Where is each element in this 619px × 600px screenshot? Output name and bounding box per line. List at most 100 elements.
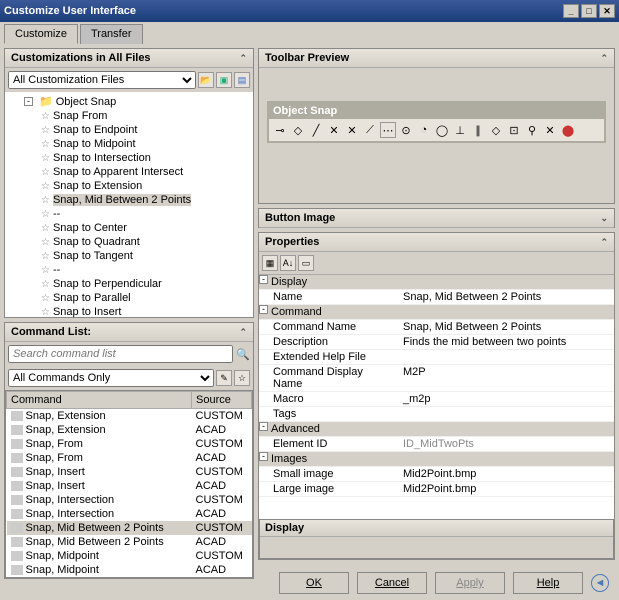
table-row[interactable]: Snap, FromCUSTOM — [7, 437, 252, 451]
properties-title: Properties — [265, 236, 319, 248]
command-filter-select[interactable]: All Commands Only — [8, 369, 214, 387]
table-row[interactable]: Snap, FromACAD — [7, 451, 252, 465]
table-row[interactable]: Snap, Mid Between 2 PointsCUSTOM — [7, 521, 252, 535]
prop-name-key: Name — [259, 290, 399, 304]
minimize-button[interactable]: _ — [563, 4, 579, 18]
search-icon[interactable]: 🔍 — [236, 348, 250, 361]
customizations-title: Customizations in All Files — [11, 52, 151, 64]
categorize-icon[interactable]: ▦ — [262, 255, 278, 271]
tree-item[interactable]: Snap to Quadrant — [53, 236, 140, 248]
tree-item[interactable]: -- — [53, 264, 60, 276]
prop-tags-val[interactable] — [399, 407, 614, 421]
prop-ehelp-val[interactable] — [399, 350, 614, 364]
tree-item[interactable]: Snap to Parallel — [53, 292, 131, 304]
star-icon: ☆ — [41, 223, 50, 234]
command-icon — [11, 453, 23, 463]
button-image-title: Button Image — [265, 212, 335, 224]
maximize-button[interactable]: □ — [581, 4, 597, 18]
help-button[interactable]: Help — [513, 572, 583, 594]
star-icon: ☆ — [41, 153, 50, 164]
table-row[interactable]: Snap, ExtensionACAD — [7, 423, 252, 437]
collapse-icon[interactable]: ⌃ — [239, 327, 247, 338]
star-icon: ☆ — [41, 125, 50, 136]
tree-item[interactable]: Snap to Center — [53, 222, 127, 234]
customizations-header: Customizations in All Files ⌃ — [5, 49, 253, 68]
command-icon — [11, 425, 23, 435]
apply-button[interactable]: Apply — [435, 572, 505, 594]
prop-desc-val[interactable]: Finds the mid between two points — [399, 335, 614, 349]
prop-cdname-val[interactable]: M2P — [399, 365, 614, 391]
tree-item[interactable]: Snap to Intersection — [53, 152, 151, 164]
property-help-area: Display — [259, 519, 614, 559]
tree-node-object-snap[interactable]: Object Snap — [56, 96, 117, 108]
collapse-icon[interactable]: ⌃ — [600, 237, 608, 248]
cat-command[interactable]: Command — [271, 305, 411, 319]
ok-button[interactable]: OK — [279, 572, 349, 594]
command-icon — [11, 495, 23, 505]
tab-customize[interactable]: Customize — [4, 24, 78, 44]
star-icon: ☆ — [41, 293, 50, 304]
star-icon: ☆ — [41, 279, 50, 290]
window-title: Customize User Interface — [4, 5, 136, 17]
command-icon — [11, 565, 23, 575]
close-button[interactable]: ✕ — [599, 4, 615, 18]
prop-cmdname-val[interactable]: Snap, Mid Between 2 Points — [399, 320, 614, 334]
star-icon: ☆ — [41, 307, 50, 318]
properties-grid[interactable]: -Display NameSnap, Mid Between 2 Points … — [259, 275, 614, 519]
prop-limg-val[interactable]: Mid2Point.bmp — [399, 482, 614, 496]
cat-advanced[interactable]: Advanced — [271, 422, 411, 436]
star-icon: ☆ — [41, 181, 50, 192]
command-icon — [11, 509, 23, 519]
tree-item[interactable]: Snap to Tangent — [53, 250, 133, 262]
tree-item[interactable]: Snap, Mid Between 2 Points — [53, 194, 191, 206]
prop-name-val[interactable]: Snap, Mid Between 2 Points — [399, 290, 614, 304]
table-row[interactable]: Snap, IntersectionCUSTOM — [7, 493, 252, 507]
table-row[interactable]: Snap, Mid Between 2 PointsACAD — [7, 535, 252, 549]
new-command-icon[interactable]: ✎ — [216, 370, 232, 386]
prop-simg-val[interactable]: Mid2Point.bmp — [399, 467, 614, 481]
prop-page-icon[interactable]: ▭ — [298, 255, 314, 271]
cat-display[interactable]: Display — [271, 275, 411, 289]
col-command[interactable]: Command — [7, 392, 192, 409]
cancel-button[interactable]: Cancel — [357, 572, 427, 594]
save-as-icon[interactable]: ▤ — [234, 72, 250, 88]
save-icon[interactable]: ▣ — [216, 72, 232, 88]
collapse-icon[interactable]: ⌃ — [239, 53, 247, 64]
tree-item[interactable]: Snap to Midpoint — [53, 138, 136, 150]
tree-item[interactable]: Snap From — [53, 110, 107, 122]
toolbar-preview-area: Object Snap ⊸◇╱✕✕⟋⋯⊙◔◯⊥∥◇⊡⚲✕⬤ — [259, 68, 614, 203]
tree-item[interactable]: Snap to Extension — [53, 180, 142, 192]
table-row[interactable]: Snap, InsertCUSTOM — [7, 465, 252, 479]
tree-item[interactable]: Snap to Endpoint — [53, 124, 137, 136]
command-icon — [11, 439, 23, 449]
table-row[interactable]: Snap, InsertACAD — [7, 479, 252, 493]
star-icon: ☆ — [41, 139, 50, 150]
property-help-title: Display — [260, 520, 613, 537]
table-row[interactable]: Snap, ExtensionCUSTOM — [7, 409, 252, 424]
find-icon[interactable]: ☆ — [234, 370, 250, 386]
tree-item[interactable]: Snap to Apparent Intersect — [53, 166, 183, 178]
context-help-icon[interactable]: ◄ — [591, 574, 609, 592]
table-row[interactable]: Snap, IntersectionACAD — [7, 507, 252, 521]
tree-item[interactable]: -- — [53, 208, 60, 220]
preview-toolbar-name: Object Snap — [269, 103, 604, 119]
customization-tree[interactable]: -📁 Object Snap ☆ Snap From☆ Snap to Endp… — [5, 92, 253, 317]
prop-macro-val[interactable]: _m2p — [399, 392, 614, 406]
table-row[interactable]: Snap, MidpointACAD — [7, 563, 252, 577]
table-row[interactable]: Snap, MidpointCUSTOM — [7, 549, 252, 563]
command-icon — [11, 467, 23, 477]
collapse-icon[interactable]: ⌃ — [600, 53, 608, 64]
cat-images[interactable]: Images — [271, 452, 411, 466]
open-icon[interactable]: 📂 — [198, 72, 214, 88]
command-table[interactable]: Command Source Snap, ExtensionCUSTOMSnap… — [5, 390, 253, 578]
customization-filter-select[interactable]: All Customization Files — [8, 71, 196, 89]
tab-transfer[interactable]: Transfer — [80, 24, 143, 44]
col-source[interactable]: Source — [192, 392, 252, 409]
sort-icon[interactable]: A↓ — [280, 255, 296, 271]
tree-item[interactable]: Snap to Insert — [53, 306, 122, 317]
expand-icon[interactable]: ⌄ — [600, 213, 608, 224]
tree-item[interactable]: Snap to Perpendicular — [53, 278, 162, 290]
search-input[interactable] — [8, 345, 233, 363]
preview-toolbar-icons: ⊸◇╱✕✕⟋⋯⊙◔◯⊥∥◇⊡⚲✕⬤ — [269, 119, 604, 141]
command-list-header: Command List: ⌃ — [5, 323, 253, 342]
